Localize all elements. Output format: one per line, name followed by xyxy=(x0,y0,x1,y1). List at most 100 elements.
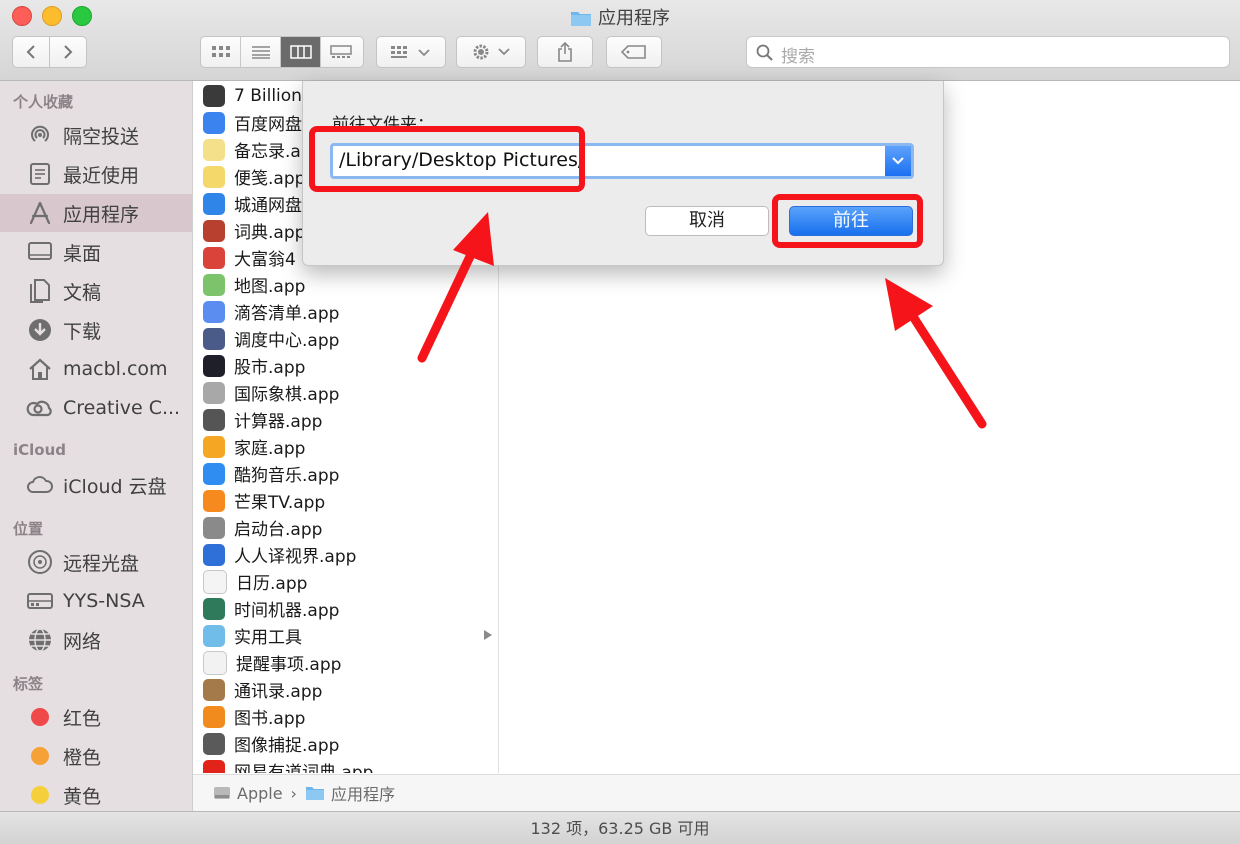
dialog-prompt: 前往文件夹： xyxy=(332,115,434,135)
sidebar-section-header: 个人收藏 xyxy=(13,93,74,111)
app-icon xyxy=(203,381,225,404)
sidebar-item[interactable]: 桌面 xyxy=(0,233,192,271)
file-name: 酷狗音乐.app xyxy=(234,466,340,486)
sidebar-item[interactable]: 应用程序 xyxy=(0,194,192,232)
cloud-icon xyxy=(26,471,54,499)
app-icon xyxy=(203,111,225,134)
tag-color-icon xyxy=(26,742,54,770)
file-name: 通讯录.app xyxy=(234,682,323,702)
path-input[interactable]: /Library/Desktop Pictures/ xyxy=(339,149,584,171)
tags-button[interactable] xyxy=(606,36,662,68)
path-history-dropdown[interactable] xyxy=(885,146,911,176)
sidebar-item-label: 应用程序 xyxy=(63,203,140,226)
file-list-item[interactable]: 人人译视界.app xyxy=(193,541,498,568)
app-icon xyxy=(203,597,225,620)
file-name: 7 Billion xyxy=(234,85,302,106)
back-button[interactable] xyxy=(12,36,50,68)
view-mode-control[interactable] xyxy=(200,36,364,68)
file-list-item[interactable]: 调度中心.app xyxy=(193,325,498,352)
file-list-item[interactable]: 日历.app xyxy=(193,568,498,595)
path-separator: › xyxy=(290,783,297,803)
list-view-button[interactable] xyxy=(241,37,281,67)
file-list-item[interactable]: 地图.app xyxy=(193,271,498,298)
app-icon xyxy=(203,165,225,188)
sidebar-item[interactable]: 最近使用 xyxy=(0,155,192,193)
gallery-view-icon xyxy=(330,45,352,58)
sidebar-item-label: 最近使用 xyxy=(63,164,140,187)
app-icon xyxy=(203,300,225,323)
file-name: 地图.app xyxy=(234,277,306,297)
recents-icon xyxy=(26,160,54,188)
path-crumb-applications[interactable]: 应用程序 xyxy=(331,781,395,805)
documents-icon xyxy=(26,277,54,305)
sidebar-item-label: 下载 xyxy=(63,320,102,343)
file-list-item[interactable]: 国际象棋.app xyxy=(193,379,498,406)
sidebar-item[interactable]: iCloud 云盘 xyxy=(0,466,192,504)
chevron-down-icon xyxy=(892,157,904,165)
file-name: 大富翁4 xyxy=(234,250,296,270)
file-list-item[interactable]: 实用工具 xyxy=(193,622,498,649)
finder-window: 应用程序 搜索 个人收藏 隔空投送 最近使用 应用程序 桌面 文稿 下载 mac… xyxy=(0,0,1240,844)
search-field[interactable]: 搜索 xyxy=(746,36,1230,68)
file-list-item[interactable]: 启动台.app xyxy=(193,514,498,541)
app-icon xyxy=(203,489,225,512)
app-icon xyxy=(203,705,225,728)
sidebar-section-header: 标签 xyxy=(13,675,44,693)
file-list-item[interactable]: 网易有道词典.app xyxy=(193,757,498,773)
sidebar-item-label: 红色 xyxy=(63,707,102,730)
file-list-item[interactable]: 计算器.app xyxy=(193,406,498,433)
file-list-item[interactable]: 时间机器.app xyxy=(193,595,498,622)
server-icon xyxy=(26,587,54,615)
sidebar-item[interactable]: 橙色 xyxy=(0,737,192,775)
file-list-item[interactable]: 芒果TV.app xyxy=(193,487,498,514)
app-icon xyxy=(203,246,225,269)
file-list-item[interactable]: 酷狗音乐.app xyxy=(193,460,498,487)
sidebar-item[interactable]: YYS-NSA xyxy=(0,582,192,620)
file-name: 百度网盘 xyxy=(234,115,302,135)
file-list-item[interactable]: 提醒事项.app xyxy=(193,649,498,676)
app-icon xyxy=(203,408,225,431)
icon-view-icon xyxy=(211,46,230,57)
go-to-folder-dialog: 前往文件夹： /Library/Desktop Pictures/ 取消 前往 xyxy=(302,81,944,266)
icon-view-button[interactable] xyxy=(201,37,241,67)
share-button[interactable] xyxy=(537,36,593,68)
app-icon xyxy=(203,543,225,566)
file-list-item[interactable]: 滴答清单.app xyxy=(193,298,498,325)
path-crumb-apple[interactable]: Apple xyxy=(237,784,283,803)
sidebar-item[interactable]: 黄色 xyxy=(0,776,192,811)
sidebar-item[interactable]: macbl.com xyxy=(0,350,192,388)
file-list-item[interactable]: 通讯录.app xyxy=(193,676,498,703)
group-button[interactable] xyxy=(376,36,446,68)
chevron-left-icon xyxy=(26,45,35,59)
go-button[interactable]: 前往 xyxy=(789,206,913,236)
gallery-view-button[interactable] xyxy=(321,37,361,67)
file-list-item[interactable]: 股市.app xyxy=(193,352,498,379)
sidebar-item[interactable]: 下载 xyxy=(0,311,192,349)
sidebar-item[interactable]: 网络 xyxy=(0,621,192,659)
sidebar-item[interactable]: Creative C... xyxy=(0,389,192,427)
file-list-item[interactable]: 图书.app xyxy=(193,703,498,730)
desktop-icon xyxy=(26,238,54,266)
app-icon xyxy=(203,138,225,161)
sidebar-item[interactable]: 红色 xyxy=(0,698,192,736)
sidebar-item[interactable]: 远程光盘 xyxy=(0,543,192,581)
tag-icon xyxy=(621,45,646,59)
file-list-item[interactable]: 图像捕捉.app xyxy=(193,730,498,757)
forward-button[interactable] xyxy=(49,36,87,68)
file-name: 提醒事项.app xyxy=(236,655,342,675)
tag-color-icon xyxy=(26,781,54,809)
file-name: 计算器.app xyxy=(234,412,323,432)
window-title-text: 应用程序 xyxy=(598,8,670,29)
sidebar-item[interactable]: 文稿 xyxy=(0,272,192,310)
app-icon xyxy=(203,273,225,296)
action-button[interactable] xyxy=(456,36,526,68)
sidebar-item[interactable]: 隔空投送 xyxy=(0,116,192,154)
path-combo-box[interactable]: /Library/Desktop Pictures/ xyxy=(330,143,914,179)
sidebar: 个人收藏隔空投送最近使用应用程序桌面 文稿下载 macbl.com Creative … xyxy=(0,81,193,811)
hard-drive-icon xyxy=(213,784,231,802)
column-view-button[interactable] xyxy=(281,37,321,67)
downloads-icon xyxy=(26,316,54,344)
status-bar: 132 项，63.25 GB 可用 xyxy=(0,811,1240,844)
file-list-item[interactable]: 家庭.app xyxy=(193,433,498,460)
cancel-button[interactable]: 取消 xyxy=(645,206,769,236)
